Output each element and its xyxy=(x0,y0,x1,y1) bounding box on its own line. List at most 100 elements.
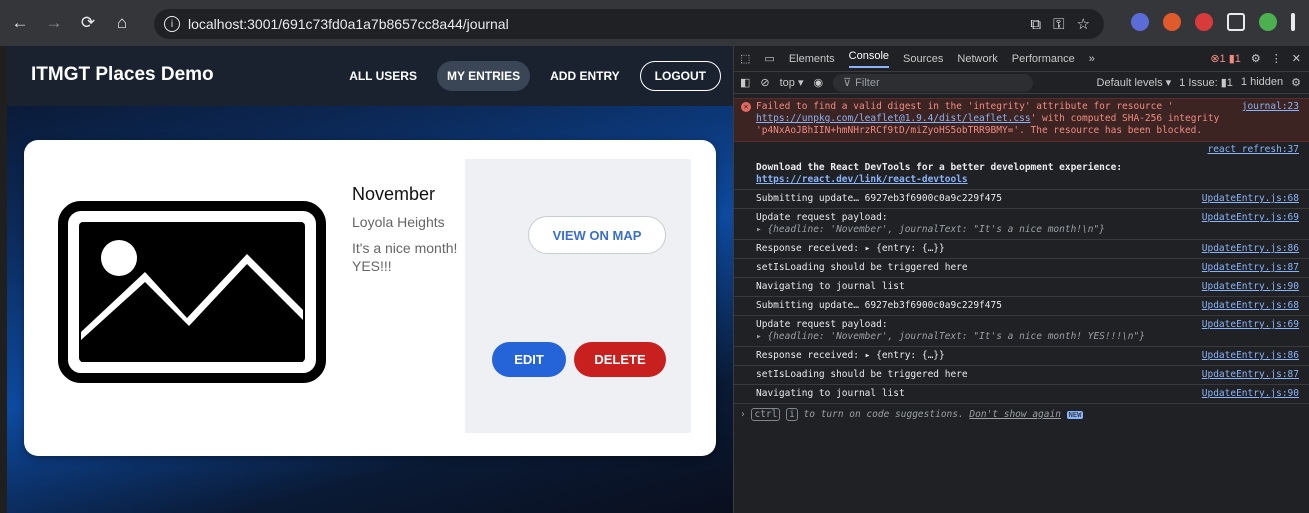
nav-my-entries[interactable]: MY ENTRIES xyxy=(436,61,531,91)
tab-performance[interactable]: Performance xyxy=(1012,53,1075,65)
devtools-panel: ⬚ ▭ Elements Console Sources Network Per… xyxy=(733,46,1309,513)
reload-icon[interactable]: ⟳ xyxy=(74,9,102,37)
extension-icon[interactable] xyxy=(1163,13,1181,31)
back-icon[interactable]: ← xyxy=(6,9,34,37)
context-select[interactable]: top ▾ xyxy=(780,76,804,89)
dont-show-again-link[interactable]: Don't show again xyxy=(969,409,1061,420)
entry-title: November xyxy=(352,184,436,204)
home-icon[interactable]: ⌂ xyxy=(108,9,136,37)
main-header: ITMGT Places Demo ALL USERS MY ENTRIES A… xyxy=(7,46,733,106)
more-options-icon[interactable]: ⋮ xyxy=(1271,52,1282,65)
console-log: Download the React DevTools for a better… xyxy=(734,142,1309,190)
tab-elements[interactable]: Elements xyxy=(789,53,835,65)
console-levels-area: Default levels ▾ 1 Issue: ▮1 1 hidden ⚙ xyxy=(1097,76,1301,89)
app-viewport: ITMGT Places Demo ALL USERS MY ENTRIES A… xyxy=(7,46,733,513)
console-log: Update request payload: ▸ {headline: 'No… xyxy=(734,209,1309,240)
url-text: localhost:3001/691c73fd0a1a7b8657cc8a44/… xyxy=(188,16,509,32)
settings-gear-icon[interactable]: ⚙ xyxy=(1251,52,1261,65)
nav-add-entry[interactable]: ADD ENTRY xyxy=(540,61,630,91)
entry-address: Loyola Heights xyxy=(352,214,445,230)
source-link[interactable]: UpdateEntry.js:87 xyxy=(1202,369,1299,381)
console-error: ✕ Failed to find a valid digest in the '… xyxy=(734,98,1309,142)
source-link[interactable]: UpdateEntry.js:87 xyxy=(1202,262,1299,274)
tab-network[interactable]: Network xyxy=(957,53,997,65)
delete-button[interactable]: DELETE xyxy=(574,342,666,377)
source-link[interactable]: UpdateEntry.js:69 xyxy=(1202,212,1299,224)
extension-icon[interactable] xyxy=(1195,13,1213,31)
close-icon[interactable]: ✕ xyxy=(1292,52,1301,65)
log-object[interactable]: ▸ {headline: 'November', journalText: "I… xyxy=(756,331,1145,342)
edit-button[interactable]: EDIT xyxy=(492,342,566,377)
bookmark-star-icon[interactable]: ☆ xyxy=(1077,15,1090,33)
log-text: Update request payload: xyxy=(756,319,888,330)
filter-placeholder: Filter xyxy=(855,76,880,89)
inspect-element-icon[interactable]: ⬚ xyxy=(740,52,750,65)
entry-text: It's a nice month! YES!!! xyxy=(352,240,458,274)
device-toolbar-icon[interactable]: ▭ xyxy=(764,52,774,65)
log-text: Response received: ▸ {entry: {…}} xyxy=(756,350,945,361)
devtools-tabs: ⬚ ▭ Elements Console Sources Network Per… xyxy=(734,46,1309,72)
error-resource-link[interactable]: https://unpkg.com/leaflet@1.9.4/dist/lea… xyxy=(756,113,1031,124)
source-link[interactable]: UpdateEntry.js:90 xyxy=(1202,281,1299,293)
source-link[interactable]: UpdateEntry.js:86 xyxy=(1202,350,1299,362)
forward-icon[interactable]: → xyxy=(40,9,68,37)
address-bar[interactable]: i localhost:3001/691c73fd0a1a7b8657cc8a4… xyxy=(154,9,1104,39)
log-text: Update request payload: xyxy=(756,212,888,223)
key-ctrl: ctrl xyxy=(751,408,781,421)
filter-input[interactable]: ⊽ Filter xyxy=(833,73,1034,92)
password-key-icon[interactable]: ⚿ xyxy=(1053,16,1064,33)
hidden-count: 1 hidden xyxy=(1240,76,1284,88)
log-text: Navigating to journal list xyxy=(756,388,905,399)
live-expression-icon[interactable]: ◉ xyxy=(814,76,824,89)
brand-title[interactable]: ITMGT Places Demo xyxy=(31,64,214,86)
console-log: setIsLoading should be triggered here Up… xyxy=(734,366,1309,385)
log-levels-select[interactable]: Default levels ▾ xyxy=(1097,76,1172,89)
sidebar-toggle-icon[interactable]: ◧ xyxy=(740,76,750,89)
source-link[interactable]: UpdateEntry.js:69 xyxy=(1202,319,1299,331)
view-on-map-button[interactable]: VIEW ON MAP xyxy=(528,216,666,254)
journal-entry-card: November Loyola Heights It's a nice mont… xyxy=(24,140,716,456)
source-link[interactable]: journal:23 xyxy=(1242,101,1299,113)
extension-icon[interactable] xyxy=(1131,13,1149,31)
source-link[interactable]: UpdateEntry.js:68 xyxy=(1202,300,1299,312)
error-text-start: Failed to find a valid digest in the 'in… xyxy=(756,101,1174,112)
source-link[interactable]: react refresh:37 xyxy=(1207,144,1299,156)
extensions-puzzle-icon[interactable] xyxy=(1227,13,1245,31)
tab-sources[interactable]: Sources xyxy=(903,53,943,65)
source-link[interactable]: UpdateEntry.js:90 xyxy=(1202,388,1299,400)
menu-kebab-icon[interactable] xyxy=(1291,13,1295,31)
issues-count[interactable]: 1 Issue: ▮1 xyxy=(1179,76,1233,89)
image-placeholder-icon xyxy=(58,201,326,383)
console-log: Response received: ▸ {entry: {…}} Update… xyxy=(734,240,1309,259)
key-i: i xyxy=(786,408,798,421)
entry-info: November Loyola Heights It's a nice mont… xyxy=(352,184,462,283)
site-info-icon[interactable]: i xyxy=(164,16,180,32)
console-toolbar: ◧ ⊘ top ▾ ◉ ⊽ Filter Default levels ▾ 1 … xyxy=(734,72,1309,94)
console-prompt[interactable]: › ctrl i to turn on code suggestions. Do… xyxy=(734,404,1309,423)
source-link[interactable]: UpdateEntry.js:86 xyxy=(1202,243,1299,255)
error-count-badge[interactable]: ⊗1 ▮1 xyxy=(1210,52,1241,65)
console-log: Submitting update… 6927eb3f6900c0a9c229f… xyxy=(734,297,1309,316)
profile-avatar[interactable] xyxy=(1259,13,1277,31)
clear-console-icon[interactable]: ⊘ xyxy=(760,76,769,89)
console-settings-icon[interactable]: ⚙ xyxy=(1291,76,1301,89)
log-text: Download the React DevTools for a better… xyxy=(756,162,1123,173)
log-text: Navigating to journal list xyxy=(756,281,905,292)
console-log: Navigating to journal list UpdateEntry.j… xyxy=(734,385,1309,404)
logout-button[interactable]: LOGOUT xyxy=(639,61,721,91)
nav-links: ALL USERS MY ENTRIES ADD ENTRY LOGOUT xyxy=(339,61,721,91)
log-link[interactable]: https://react.dev/link/react-devtools xyxy=(756,174,968,185)
log-text: Response received: ▸ {entry: {…}} xyxy=(756,243,945,254)
filter-icon: ⊽ xyxy=(843,77,852,89)
more-tabs-button[interactable]: » xyxy=(1089,53,1095,65)
log-text: Submitting update… 6927eb3f6900c0a9c229f… xyxy=(756,300,1002,311)
log-text: setIsLoading should be triggered here xyxy=(756,369,968,380)
error-icon: ✕ xyxy=(741,102,751,112)
cast-icon[interactable]: ⧉ xyxy=(1030,16,1041,33)
prompt-text: to turn on code suggestions. xyxy=(797,409,970,420)
console-log: setIsLoading should be triggered here Up… xyxy=(734,259,1309,278)
nav-all-users[interactable]: ALL USERS xyxy=(339,61,427,91)
tab-console[interactable]: Console xyxy=(848,50,890,68)
source-link[interactable]: UpdateEntry.js:68 xyxy=(1202,193,1299,205)
log-object[interactable]: ▸ {headline: 'November', journalText: "I… xyxy=(756,224,1105,235)
